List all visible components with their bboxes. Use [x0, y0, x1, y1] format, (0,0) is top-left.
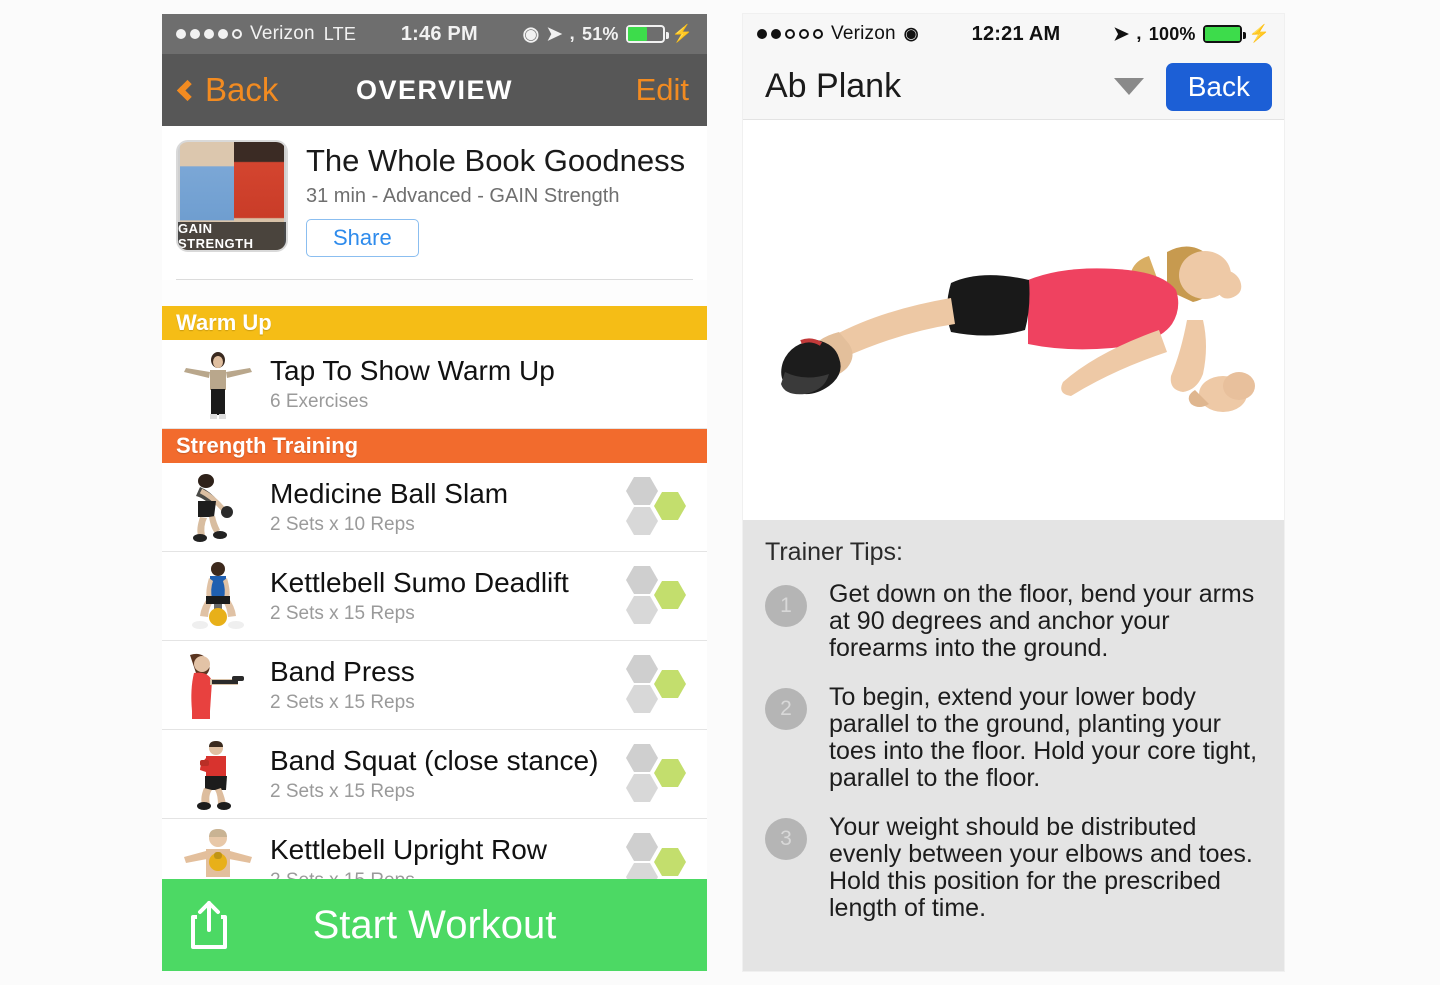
- share-export-icon[interactable]: [186, 900, 232, 950]
- exercise-sets-reps: 2 Sets x 15 Reps: [270, 603, 415, 625]
- network-type-label: LTE: [323, 23, 357, 44]
- location-arrow-icon: ➤: [546, 23, 563, 45]
- workout-title: The Whole Book Goodness: [306, 143, 686, 178]
- workout-summary-text: The Whole Book Goodness 31 min - Advance…: [288, 140, 686, 258]
- band-press-figure: [176, 649, 260, 721]
- left-nav-bar: Back OVERVIEW Edit: [162, 54, 707, 126]
- hexagon-green-icon: [653, 758, 687, 788]
- table-row-text: Band Squat (close stance) 2 Sets x 15 Re…: [260, 745, 625, 803]
- hex-badges-placeholder: [625, 351, 697, 417]
- tip-text: To begin, extend your lower body paralle…: [829, 683, 1258, 792]
- status-right-group: ➤ ‚ 100% ⚡: [1113, 23, 1270, 46]
- back-button[interactable]: Back: [176, 71, 279, 109]
- ab-plank-demonstration-photo: [743, 120, 1284, 525]
- difficulty-hex-badges: [625, 474, 697, 540]
- charging-bolt-icon: ⚡: [671, 24, 693, 43]
- medicine-ball-slam-figure: [176, 471, 260, 543]
- table-row-text: Band Press 2 Sets x 15 Reps: [260, 656, 625, 714]
- list-item-title: Tap To Show Warm Up: [270, 354, 555, 386]
- status-right-group: ◉ ➤ ‚ 51% ⚡: [523, 23, 693, 46]
- difficulty-hex-badges: [625, 563, 697, 629]
- workout-meta: 31 min - Advanced - GAIN Strength: [306, 185, 620, 208]
- chevron-left-icon: [176, 79, 199, 101]
- exercise-sets-reps: 2 Sets x 10 Reps: [270, 514, 415, 536]
- location-arrow-icon: ➤: [1113, 23, 1130, 45]
- right-nav-bar: Ab Plank Back: [743, 54, 1284, 120]
- status-time: 1:46 PM: [400, 22, 478, 45]
- band-squat-figure: [176, 738, 260, 811]
- hexagon-green-icon: [653, 847, 687, 877]
- location-services-icon: ◉: [522, 23, 540, 45]
- back-button-label: Back: [205, 71, 279, 108]
- list-item-subtitle: 6 Exercises: [270, 391, 369, 413]
- left-status-bar: Verizon LTE 1:46 PM ◉ ➤ ‚ 51% ⚡: [162, 14, 707, 54]
- table-row[interactable]: Band Press 2 Sets x 15 Reps: [162, 641, 707, 731]
- left-phone-screen: Verizon LTE 1:46 PM ◉ ➤ ‚ 51% ⚡ Back OVE…: [162, 14, 707, 971]
- difficulty-hex-badges: [625, 741, 697, 807]
- screenshot-root: Verizon LTE 1:46 PM ◉ ➤ ‚ 51% ⚡ Back OVE…: [0, 0, 1440, 985]
- battery-percent-label: 51%: [581, 23, 619, 44]
- bluetooth-icon: ‚: [569, 23, 575, 44]
- section-gap: [162, 280, 707, 307]
- list-item: 1 Get down on the floor, bend your arms …: [765, 581, 1262, 662]
- share-button[interactable]: Share: [306, 219, 419, 258]
- workout-cover-image: GAIN STRENGTH: [176, 140, 288, 252]
- warmup-arms-out-figure: [176, 348, 260, 420]
- exercise-name: Kettlebell Sumo Deadlift: [270, 566, 569, 598]
- start-workout-label: Start Workout: [312, 902, 557, 947]
- signal-strength-icon: [176, 29, 242, 39]
- hexagon-green-icon: [653, 491, 687, 521]
- hexagon-green-icon: [653, 669, 687, 699]
- list-item: 2 To begin, extend your lower body paral…: [765, 684, 1262, 792]
- table-row-text: Kettlebell Sumo Deadlift 2 Sets x 15 Rep…: [260, 567, 625, 625]
- exercise-name: Band Press: [270, 655, 415, 687]
- tip-number-badge: 1: [765, 585, 807, 627]
- chevron-down-icon[interactable]: [1113, 78, 1144, 95]
- exercise-name: Medicine Ball Slam: [270, 477, 509, 509]
- exercise-title: Ab Plank: [765, 67, 902, 105]
- section-header-strength-training: Strength Training: [162, 429, 707, 464]
- section-header-warm-up: Warm Up: [162, 306, 707, 341]
- tip-number-badge: 2: [765, 688, 807, 730]
- list-item-text: Tap To Show Warm Up 6 Exercises: [260, 355, 625, 413]
- table-row-text: Medicine Ball Slam 2 Sets x 10 Reps: [260, 478, 625, 536]
- status-time: 12:21 AM: [971, 22, 1061, 45]
- table-row[interactable]: Kettlebell Sumo Deadlift 2 Sets x 15 Rep…: [162, 552, 707, 642]
- cover-caption: GAIN STRENGTH: [178, 221, 286, 250]
- charging-bolt-icon: ⚡: [1248, 24, 1270, 43]
- signal-strength-icon: [757, 29, 823, 39]
- carrier-label: Verizon: [831, 23, 896, 44]
- start-workout-button[interactable]: Start Workout: [162, 879, 707, 971]
- wifi-icon: ◉: [903, 24, 919, 43]
- right-phone-screen: Verizon ◉ 12:21 AM ➤ ‚ 100% ⚡ Ab Plank B…: [743, 14, 1284, 971]
- battery-percent-label: 100%: [1148, 23, 1196, 44]
- workout-summary: GAIN STRENGTH The Whole Book Goodness 31…: [162, 126, 707, 268]
- bluetooth-icon: ‚: [1136, 23, 1142, 44]
- trainer-tips-panel: Trainer Tips: 1 Get down on the floor, b…: [743, 520, 1284, 971]
- battery-icon: [625, 25, 669, 43]
- table-row[interactable]: Band Squat (close stance) 2 Sets x 15 Re…: [162, 730, 707, 820]
- list-item[interactable]: Tap To Show Warm Up 6 Exercises: [162, 340, 707, 430]
- table-row[interactable]: Medicine Ball Slam 2 Sets x 10 Reps: [162, 463, 707, 553]
- difficulty-hex-badges: [625, 652, 697, 718]
- exercise-sets-reps: 2 Sets x 15 Reps: [270, 781, 415, 803]
- back-button[interactable]: Back: [1165, 62, 1272, 111]
- exercise-sets-reps: 2 Sets x 15 Reps: [270, 692, 415, 714]
- trainer-tips-title: Trainer Tips:: [765, 538, 904, 566]
- edit-button[interactable]: Edit: [636, 72, 689, 108]
- exercise-name: Kettlebell Upright Row: [270, 833, 548, 865]
- exercise-name: Band Squat (close stance): [270, 744, 599, 776]
- tip-number-badge: 3: [765, 818, 807, 860]
- kettlebell-sumo-deadlift-figure: [176, 560, 260, 632]
- list-item: 3 Your weight should be distributed even…: [765, 814, 1262, 922]
- tip-text: Get down on the floor, bend your arms at…: [829, 580, 1255, 662]
- battery-icon: [1202, 25, 1246, 43]
- hexagon-green-icon: [653, 580, 687, 610]
- carrier-label: Verizon: [250, 23, 315, 44]
- right-status-bar: Verizon ◉ 12:21 AM ➤ ‚ 100% ⚡: [743, 14, 1284, 54]
- tip-text: Your weight should be distributed evenly…: [829, 813, 1253, 922]
